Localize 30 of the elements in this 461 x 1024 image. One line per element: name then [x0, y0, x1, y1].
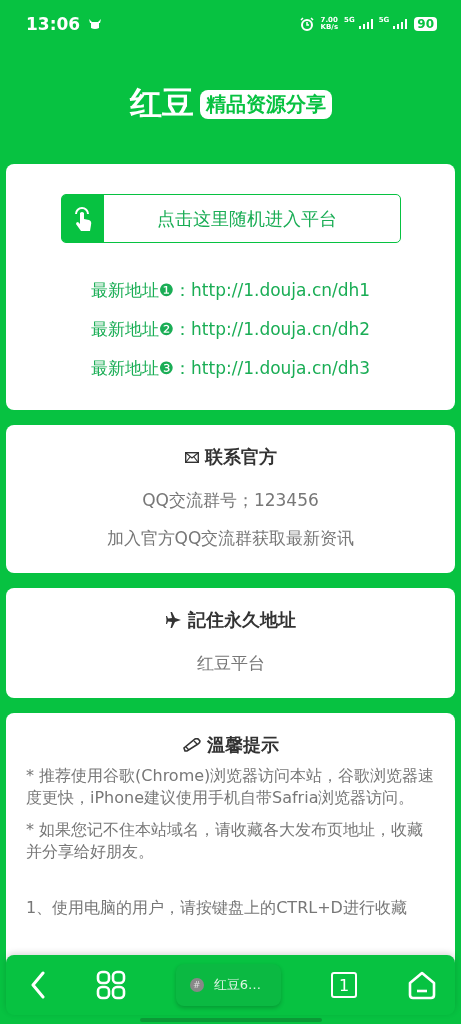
home-button[interactable]: [406, 970, 437, 1000]
signal-icon: [393, 19, 408, 29]
card-title: 联系官方: [204, 445, 277, 469]
enter-platform-button[interactable]: 点击这里随机进入平台: [60, 194, 401, 243]
signal-icon: [358, 19, 373, 29]
airplane-icon: [165, 612, 182, 628]
site-title: 红豆: [129, 83, 194, 124]
back-button[interactable]: [30, 971, 46, 999]
card-text: 加入官方QQ交流群获取最新资讯: [106, 527, 355, 550]
address-link[interactable]: 最新地址❷：http://1.douja.cn/dh2: [90, 310, 371, 349]
card-title: 溫馨提示: [206, 733, 279, 757]
card-title: 記住永久地址: [187, 608, 296, 632]
alarm-icon: [299, 17, 314, 31]
address-link[interactable]: 最新地址❶：http://1.douja.cn/dh1: [90, 271, 371, 310]
card-text: QQ交流群号；123456: [142, 489, 319, 512]
pencil-icon: [182, 738, 201, 752]
envelope-icon: [184, 451, 199, 463]
tab-count-button[interactable]: 1: [331, 972, 358, 998]
tip-paragraph: 1、使用电脑的用户，请按键盘上的CTRL+D进行收藏: [26, 897, 408, 919]
apps-button[interactable]: [95, 970, 126, 1000]
tip-paragraph: * 推荐使用谷歌(Chrome)浏览器访问本站，谷歌浏览器速度更快，iPhone建议使用手机自带Safria浏览器访问。: [26, 765, 435, 809]
tip-paragraph: * 如果您记不住本站域名，请收藏各大发布页地址，收藏并分享给好朋友。: [26, 819, 425, 863]
current-tab-button[interactable]: # 红豆6…: [175, 964, 282, 1006]
battery-indicator: 90: [414, 17, 437, 31]
tap-hand-icon: [72, 204, 93, 233]
address-link[interactable]: 最新地址❸：http://1.douja.cn/dh3: [90, 349, 371, 388]
site-tagline: 精品资源分享: [199, 89, 332, 119]
card-text: 红豆平台: [196, 652, 265, 675]
status-time: 13:06: [26, 14, 81, 34]
cow-icon: [88, 18, 103, 30]
